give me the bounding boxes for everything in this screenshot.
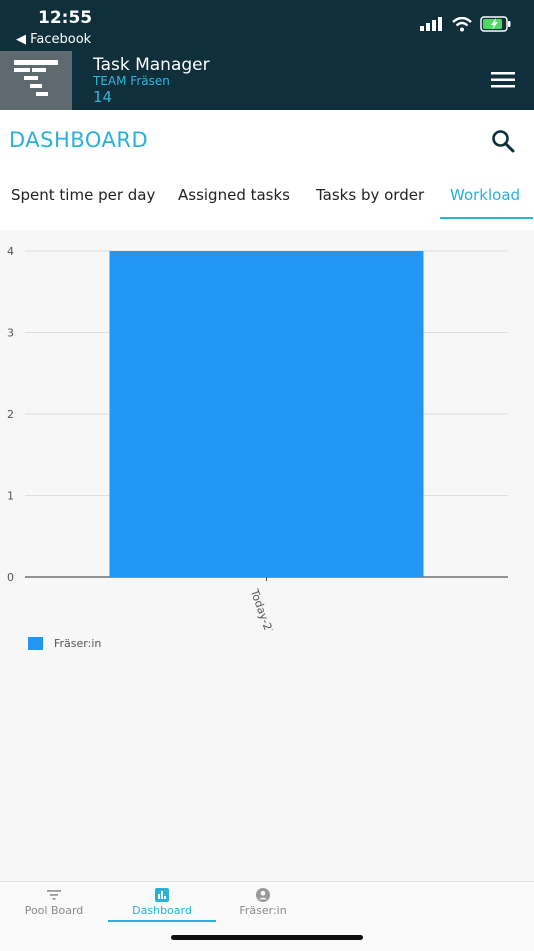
page-title: DASHBOARD xyxy=(9,128,149,152)
search-button[interactable] xyxy=(490,128,516,154)
active-nav-indicator xyxy=(108,920,216,922)
cellular-signal-icon xyxy=(420,17,442,31)
status-time: 12:55 xyxy=(38,8,93,28)
chart-legend: Fräser:in xyxy=(28,637,101,650)
y-tick-label: 4 xyxy=(7,245,14,258)
legend-swatch xyxy=(28,637,43,650)
nav-fraeser-in[interactable]: Fräser:in xyxy=(208,888,318,917)
app-title: Task Manager xyxy=(93,55,210,75)
tab-assigned-tasks[interactable]: Assigned tasks xyxy=(178,186,290,204)
y-tick-label: 2 xyxy=(7,408,14,421)
app-header: 12:55 ◀ Facebook Task Manager TEAM Fräse… xyxy=(0,0,534,110)
tab-workload[interactable]: Workload xyxy=(450,186,520,204)
legend-label: Fräser:in xyxy=(54,637,102,650)
status-icons xyxy=(420,16,512,32)
tab-spent-time-per-day[interactable]: Spent time per day xyxy=(11,186,155,204)
nav-pool-board[interactable]: Pool Board xyxy=(0,888,109,917)
hamburger-menu-button[interactable] xyxy=(490,70,516,90)
nav-dashboard[interactable]: Dashboard xyxy=(107,888,217,917)
x-tick-label: Today-22 xyxy=(247,587,277,630)
workload-bar-chart: 0 1 2 3 4 Today-22 xyxy=(7,245,508,630)
y-tick-label: 1 xyxy=(7,490,14,503)
search-icon xyxy=(492,130,515,153)
bottom-navigation: Pool Board Dashboard Fräser:in xyxy=(0,881,534,951)
nav-label-dashboard: Dashboard xyxy=(132,904,192,917)
back-to-app-link[interactable]: ◀ Facebook xyxy=(16,32,91,47)
filter-icon xyxy=(47,890,61,900)
team-count: 14 xyxy=(93,88,113,106)
battery-charging-icon xyxy=(480,16,511,32)
tab-tasks-by-order[interactable]: Tasks by order xyxy=(316,186,424,204)
account-circle-icon xyxy=(256,888,270,902)
y-tick-label: 0 xyxy=(7,571,14,584)
nav-label-pool-board: Pool Board xyxy=(24,904,84,917)
bar-today-22 xyxy=(109,251,424,577)
home-indicator xyxy=(171,935,363,940)
wifi-icon xyxy=(452,16,472,31)
hamburger-menu-icon xyxy=(491,72,515,88)
bar-chart-icon xyxy=(155,888,169,902)
team-name: TEAM Fräsen xyxy=(93,74,170,88)
app-logo xyxy=(0,51,72,110)
y-tick-label: 3 xyxy=(7,327,14,340)
nav-label-fraeser-in: Fräser:in xyxy=(239,904,287,917)
dashboard-tabs: Spent time per day Assigned tasks Tasks … xyxy=(0,178,534,220)
workload-chart: 0 1 2 3 4 Today-22 Fräser:in xyxy=(0,230,534,881)
active-tab-indicator xyxy=(440,217,533,219)
